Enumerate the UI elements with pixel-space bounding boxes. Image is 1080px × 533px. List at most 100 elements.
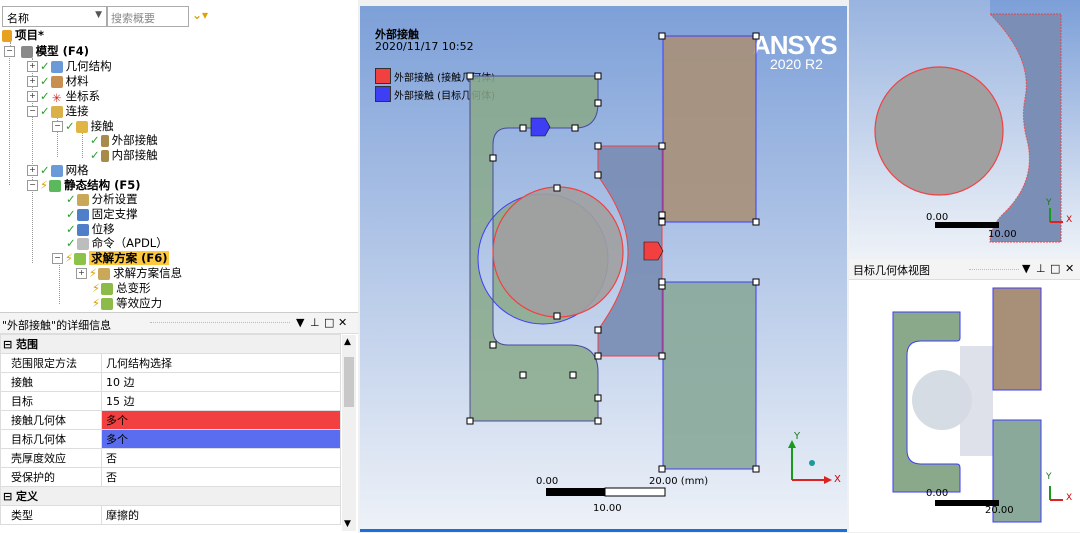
solution-info-icon: [98, 267, 111, 280]
collapse-icon[interactable]: −: [52, 121, 63, 132]
target-view-title: 目标几何体视图: [853, 264, 930, 277]
expand-icon[interactable]: +: [76, 268, 87, 279]
contacts-folder-icon: [75, 120, 88, 133]
maximize-icon[interactable]: □: [324, 316, 334, 329]
tree-node-connections[interactable]: − ✓ 连接: [27, 104, 89, 118]
pin-icon[interactable]: ⊥: [310, 316, 320, 329]
model-geometry[interactable]: [360, 0, 847, 532]
command-icon: [76, 237, 89, 250]
close-icon[interactable]: ✕: [338, 316, 347, 329]
search-placeholder: 搜索概要: [111, 12, 155, 25]
scroll-down-icon[interactable]: ▼: [344, 519, 351, 529]
dropdown-icon[interactable]: ▼: [1022, 262, 1030, 275]
tree-node-equiv-stress[interactable]: ⚡ 等效应力: [92, 296, 162, 310]
axis-y-label: Y: [794, 431, 801, 442]
expand-icon[interactable]: +: [27, 76, 38, 87]
expand-icon[interactable]: +: [27, 91, 38, 102]
scale-end-label: 20.00 (mm): [649, 476, 709, 487]
tree-node-contact-inner[interactable]: ✓ 内部接触: [90, 148, 158, 162]
expand-icon[interactable]: +: [27, 165, 38, 176]
rb-top-block[interactable]: [992, 287, 1042, 391]
close-icon[interactable]: ✕: [1065, 262, 1074, 275]
bottom-right-block[interactable]: [662, 281, 757, 470]
name-filter-dropdown[interactable]: 名称 ▼: [2, 6, 107, 27]
displacement-icon: [76, 223, 89, 236]
tree-node-total-deformation[interactable]: ⚡ 总变形: [92, 281, 151, 295]
table-row[interactable]: 壳厚度效应否: [0, 448, 341, 468]
details-table: ⊟ 范围 范围限定方法 几何结构选择 接触 10 边 目标 15 边 接触几何体 多个 …: [0, 334, 341, 525]
rb-axis-x: X: [1066, 493, 1073, 503]
tree-node-solution[interactable]: − ⚡ 求解方案 (F6): [52, 251, 170, 265]
details-title: "外部接触"的详细信息: [2, 319, 112, 332]
rt-circle-body[interactable]: [874, 66, 1004, 196]
axis-x-label: X: [834, 474, 841, 485]
dropdown-icon[interactable]: ▼: [296, 316, 304, 329]
circle-body[interactable]: [492, 186, 624, 318]
tree-node-analysis-settings[interactable]: ✓ 分析设置: [66, 192, 138, 206]
collapse-icon[interactable]: −: [27, 106, 38, 117]
top-right-block[interactable]: [662, 35, 757, 223]
contact-geometry-view[interactable]: 0.00 10.00 Y X: [849, 0, 1080, 257]
scroll-up-icon[interactable]: ▲: [344, 337, 351, 347]
tree-node-command[interactable]: ✓ 命令（APDL）: [66, 236, 168, 250]
scale-mid-label: 10.00: [593, 503, 622, 514]
table-row[interactable]: 目标几何体 多个: [0, 429, 341, 449]
fixed-support-icon: [76, 208, 89, 221]
tree-node-geometry[interactable]: + ✓ 几何结构: [27, 59, 112, 73]
name-filter-label: 名称: [7, 12, 29, 25]
group-definition[interactable]: ⊟ 定义: [0, 486, 341, 506]
maximize-icon[interactable]: □: [1050, 262, 1060, 275]
target-view-title-bar: 目标几何体视图 ▼ ⊥ □ ✕: [849, 259, 1080, 280]
tree-node-mesh[interactable]: + ✓ 网格: [27, 163, 89, 177]
contact-pair-icon: [100, 149, 109, 162]
pin-icon[interactable]: ⊥: [1036, 262, 1046, 275]
table-row[interactable]: 类型 摩擦的: [0, 505, 341, 525]
graphics-viewport[interactable]: 外部接触 2020/11/17 10:52 外部接触 (接触几何体) 外部接触 …: [360, 0, 847, 532]
static-structural-icon: [49, 179, 62, 192]
tree-node-fixed-support[interactable]: ✓ 固定支撑: [66, 207, 138, 221]
outline-search-input[interactable]: 搜索概要: [107, 6, 189, 27]
table-row[interactable]: 目标 15 边: [0, 391, 341, 411]
deformation-icon: [101, 282, 114, 295]
rt-axis-x: X: [1066, 215, 1073, 225]
target-geometry-view[interactable]: 0.00 20.00 Y X: [849, 280, 1080, 532]
tree-node-contact-outer[interactable]: ✓ 外部接触: [90, 133, 158, 147]
chevron-down-icon: ▼: [95, 10, 102, 20]
collapse-icon[interactable]: −: [27, 180, 38, 191]
analysis-settings-icon: [76, 193, 89, 206]
table-row[interactable]: 接触几何体 多个: [0, 410, 341, 430]
details-scrollbar[interactable]: ▲ ▼: [342, 335, 356, 531]
mesh-icon: [50, 164, 63, 177]
rb-scale-end: 20.00: [985, 505, 1014, 516]
geometry-icon: [50, 60, 63, 73]
stress-icon: [101, 297, 114, 310]
project-icon: [2, 29, 12, 42]
outline-tree-panel: 名称 ▼ 搜索概要 ⌄▾ 项目* − 模型 (F4) + ✓ 几何结构 + ✓ 材料 +…: [0, 0, 358, 312]
tree-node-coordinate-systems[interactable]: + ✓ ✳ 坐标系: [27, 89, 100, 105]
connections-icon: [50, 105, 63, 118]
tree-node-displacement[interactable]: ✓ 位移: [66, 222, 115, 236]
contact-pair-icon: [100, 134, 109, 147]
model-icon: [20, 45, 33, 58]
coordinate-system-icon: ✳: [51, 90, 62, 105]
group-scope[interactable]: ⊟ 范围: [0, 334, 341, 354]
tree-node-static-structural[interactable]: − ⚡ 静态结构 (F5): [27, 178, 140, 192]
tree-node-solution-info[interactable]: + ⚡ 求解方案信息: [76, 266, 182, 280]
table-row[interactable]: 受保护的否: [0, 467, 341, 487]
rt-scale-end: 10.00: [988, 229, 1017, 240]
tree-node-materials[interactable]: + ✓ 材料: [27, 74, 89, 88]
collapse-icon[interactable]: −: [52, 253, 63, 264]
rb-scale-start: 0.00: [926, 488, 949, 499]
tree-node-project[interactable]: 项目*: [2, 28, 44, 42]
filter-expand-button[interactable]: ⌄▾: [192, 8, 218, 24]
collapse-icon[interactable]: −: [4, 46, 15, 57]
rb-axis-y: Y: [1046, 472, 1052, 482]
expand-icon[interactable]: +: [27, 61, 38, 72]
materials-icon: [50, 75, 63, 88]
rt-scale-start: 0.00: [926, 212, 949, 223]
table-row[interactable]: 范围限定方法 几何结构选择: [0, 353, 341, 373]
table-row[interactable]: 接触 10 边: [0, 372, 341, 392]
tree-node-contacts[interactable]: − ✓ 接触: [52, 119, 114, 133]
details-panel-title-bar: "外部接触"的详细信息 ▼ ⊥ □ ✕: [0, 313, 358, 334]
tree-node-model[interactable]: − 模型 (F4): [4, 44, 89, 58]
